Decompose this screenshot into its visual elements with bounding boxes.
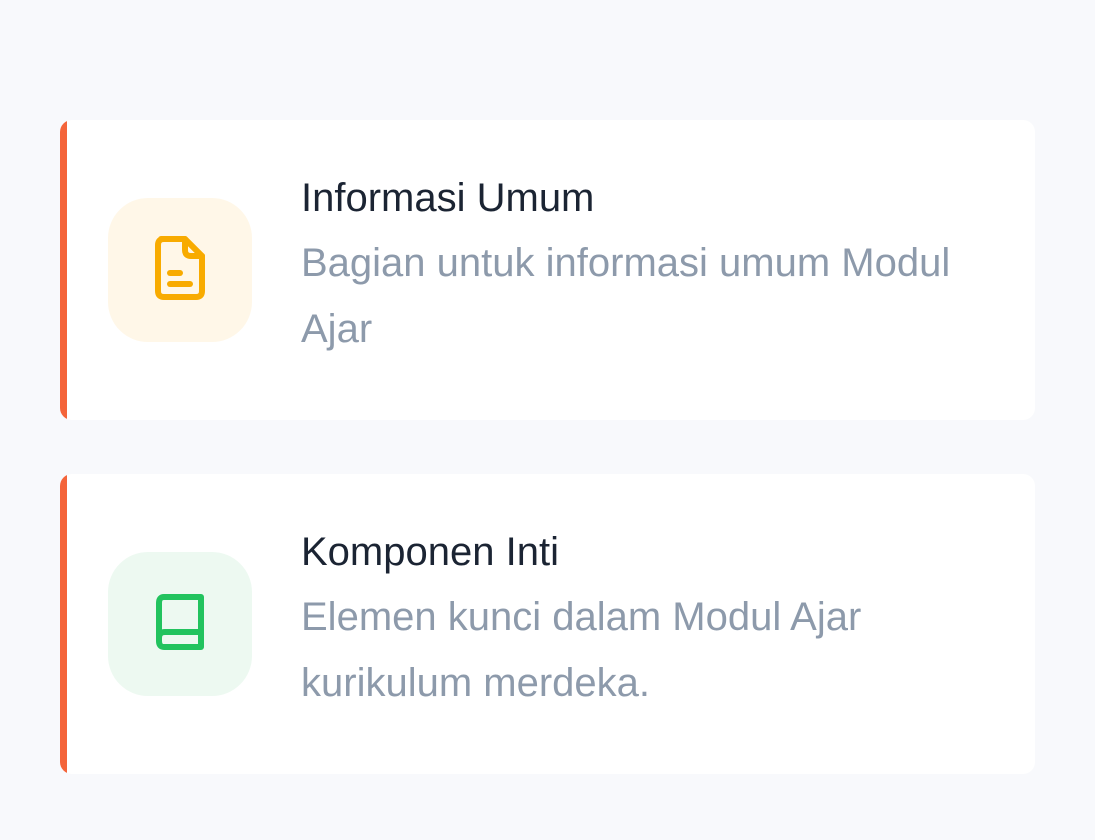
- icon-container: [108, 552, 252, 696]
- icon-container: [108, 198, 252, 342]
- card-accent-bar: [60, 474, 67, 774]
- card-informasi-umum[interactable]: Informasi Umum Bagian untuk informasi um…: [60, 120, 1035, 420]
- card-komponen-inti[interactable]: Komponen Inti Elemen kunci dalam Modul A…: [60, 474, 1035, 774]
- card-description: Elemen kunci dalam Modul Ajar kurikulum …: [301, 595, 862, 705]
- card-accent-bar: [60, 120, 67, 420]
- card-description: Bagian untuk informasi umum Modul Ajar: [301, 241, 951, 351]
- card-title: Informasi Umum: [301, 176, 595, 220]
- file-text-icon: [153, 235, 207, 305]
- book-icon: [155, 593, 205, 655]
- card-title: Komponen Inti: [301, 530, 559, 574]
